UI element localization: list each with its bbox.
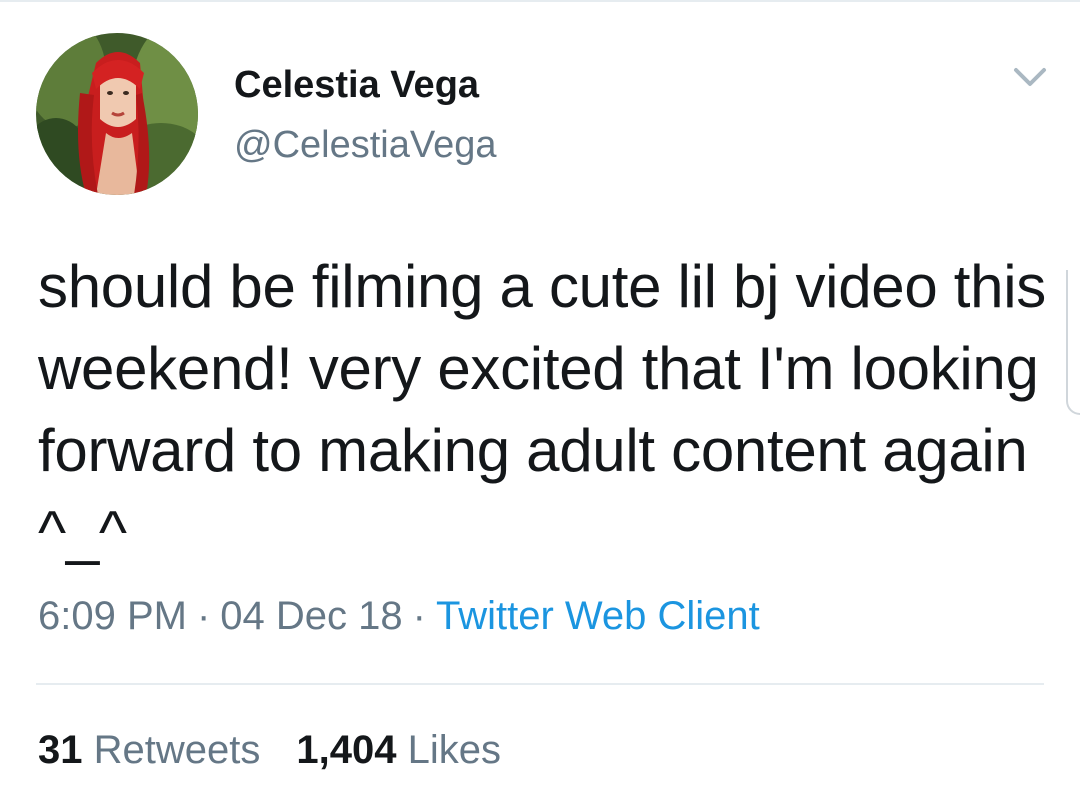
tweet-source-link[interactable]: Twitter Web Client — [436, 594, 760, 638]
tweet-stats: 31 Retweets 1,404 Likes — [38, 728, 501, 773]
likes-stat[interactable]: 1,404 Likes — [296, 728, 501, 772]
display-name[interactable]: Celestia Vega — [234, 64, 479, 107]
meta-separator: · — [412, 594, 426, 638]
top-divider — [0, 0, 1080, 2]
retweets-stat[interactable]: 31 Retweets — [38, 728, 260, 772]
chevron-down-icon[interactable] — [1010, 60, 1050, 96]
user-handle[interactable]: @CelestiaVega — [234, 124, 497, 167]
likes-count: 1,404 — [296, 728, 397, 772]
tweet-text: should be filming a cute lil bj video th… — [38, 253, 1046, 566]
stats-divider — [36, 683, 1044, 685]
scroll-edge — [1066, 270, 1080, 415]
likes-label: Likes — [407, 728, 501, 772]
tweet-meta: 6:09 PM · 04 Dec 18 · Twitter Web Client — [38, 594, 760, 639]
meta-separator: · — [196, 594, 211, 638]
retweets-count: 31 — [38, 728, 83, 772]
tweet-time[interactable]: 6:09 PM — [38, 594, 187, 638]
avatar[interactable] — [36, 33, 198, 195]
tweet-card: Celestia Vega @CelestiaVega should be fi… — [0, 0, 1080, 810]
avatar-photo — [36, 33, 198, 195]
tweet-date[interactable]: 04 Dec 18 — [220, 594, 402, 638]
retweets-label: Retweets — [93, 728, 261, 772]
